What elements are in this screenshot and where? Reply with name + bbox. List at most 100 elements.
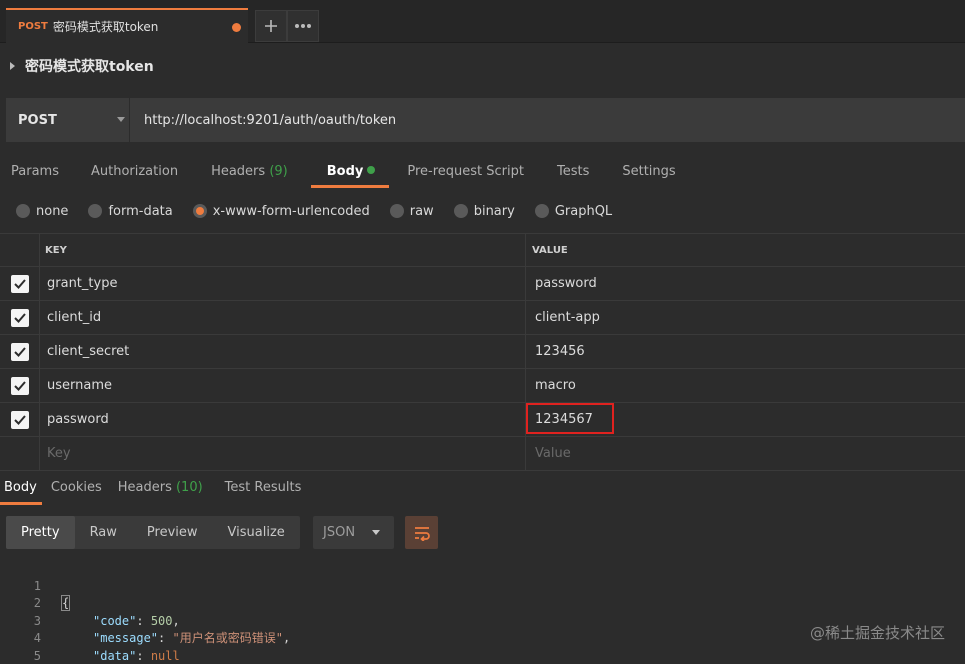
format-select[interactable]: JSON <box>313 516 394 549</box>
check-icon <box>13 414 26 425</box>
value-header: VALUE <box>532 244 568 256</box>
header-check-cell <box>0 234 40 266</box>
tab-label: Body <box>4 480 37 495</box>
response-tab-cookies[interactable]: Cookies <box>47 474 107 505</box>
radio-label: raw <box>409 203 434 219</box>
check-cell <box>0 335 40 368</box>
tab-settings[interactable]: Settings <box>600 156 686 188</box>
tab-label: Tests <box>556 164 590 179</box>
view-visualize[interactable]: Visualize <box>213 516 300 549</box>
table-row: grant_type password <box>0 267 965 301</box>
key-cell[interactable]: username <box>40 369 526 402</box>
url-bar: POST http://localhost:9201/auth/oauth/to… <box>6 98 965 142</box>
key-cell[interactable]: client_id <box>40 301 526 334</box>
radio-label: none <box>36 203 69 219</box>
code-line: 1 { <box>0 560 71 611</box>
json-comma: , <box>172 613 180 628</box>
view-preview[interactable]: Preview <box>132 516 213 549</box>
json-value: 500 <box>150 613 173 628</box>
radio-raw[interactable]: raw <box>389 203 434 219</box>
view-pretty[interactable]: Pretty <box>6 516 75 549</box>
tab-body[interactable]: Body <box>310 156 390 188</box>
highlight-box <box>526 403 614 434</box>
radio-label: x-www-form-urlencoded <box>212 203 370 219</box>
request-tab[interactable]: POST 密码模式获取token <box>6 8 248 43</box>
radio-binary[interactable]: binary <box>453 203 515 219</box>
url-input[interactable]: http://localhost:9201/auth/oauth/token <box>130 113 396 128</box>
code-line: 3 "message": "用户名或密码错误", <box>0 595 290 646</box>
table-row: client_secret 123456 <box>0 335 965 369</box>
check-icon <box>13 312 26 323</box>
key-cell[interactable]: client_secret <box>40 335 526 368</box>
radio-label: form-data <box>108 203 173 219</box>
table-row: password 1234567 <box>0 403 965 437</box>
radio-icon <box>389 204 404 218</box>
request-tabs: Params Authorization Headers (9) Body Pr… <box>0 156 687 188</box>
radio-none[interactable]: none <box>16 204 68 219</box>
tab-label: Pre-request Script <box>407 164 524 179</box>
radio-graphql[interactable]: GraphQL <box>534 203 613 219</box>
unsaved-dot-icon[interactable] <box>232 23 241 32</box>
tab-label: Authorization <box>90 164 179 179</box>
tab-label: Headers <box>117 480 172 495</box>
body-type-group: none form-data x-www-form-urlencoded raw… <box>16 200 632 222</box>
method-value: POST <box>18 112 57 128</box>
tab-pre-request-script[interactable]: Pre-request Script <box>389 156 535 188</box>
status-dot-icon <box>367 166 376 174</box>
value-cell[interactable]: client-app <box>527 301 965 334</box>
check-cell <box>0 403 40 436</box>
value-cell[interactable]: 123456 <box>527 335 965 368</box>
view-raw[interactable]: Raw <box>75 516 132 549</box>
tab-label: Settings <box>622 164 676 179</box>
watermark: @稀土掘金技术社区 <box>809 624 945 642</box>
value-cell[interactable]: macro <box>527 369 965 402</box>
tab-authorization[interactable]: Authorization <box>70 156 189 188</box>
row-checkbox[interactable] <box>10 274 29 293</box>
chevron-down-icon <box>372 530 380 535</box>
value-cell[interactable]: password <box>527 267 965 300</box>
headers-count: (10) <box>175 480 203 495</box>
value-input[interactable]: Value <box>527 437 965 470</box>
json-key: "data" <box>93 648 137 663</box>
response-tabs: Body Cookies Headers (10) Test Results <box>0 474 311 505</box>
response-tab-body[interactable]: Body <box>0 474 42 505</box>
check-icon <box>13 278 26 289</box>
wrap-lines-button[interactable] <box>405 516 438 549</box>
tab-params[interactable]: Params <box>0 156 70 188</box>
radio-label: GraphQL <box>554 203 613 219</box>
radio-form-data[interactable]: form-data <box>88 203 173 219</box>
row-checkbox[interactable] <box>10 308 29 327</box>
code-text: "data": null <box>93 648 180 663</box>
response-tab-headers[interactable]: Headers (10) <box>112 474 208 505</box>
check-cell <box>0 437 40 470</box>
row-checkbox[interactable] <box>10 342 29 361</box>
open-brace: { <box>60 595 71 611</box>
radio-x-www-form-urlencoded[interactable]: x-www-form-urlencoded <box>192 203 370 219</box>
row-checkbox[interactable] <box>10 376 29 395</box>
tab-label: Cookies <box>50 480 102 495</box>
code-line: 5 } <box>0 630 41 663</box>
radio-icon <box>453 204 468 218</box>
tab-method: POST <box>18 21 48 32</box>
row-checkbox[interactable] <box>10 410 29 429</box>
method-select[interactable]: POST <box>6 98 130 142</box>
json-value: null <box>150 648 180 663</box>
tab-tests[interactable]: Tests <box>535 156 600 188</box>
more-horizontal-icon <box>295 24 311 28</box>
caret-right-icon[interactable] <box>10 62 15 70</box>
tab-label: Body <box>326 164 364 179</box>
response-tab-test-results[interactable]: Test Results <box>213 474 307 505</box>
code-line: 2 "code": 500, <box>0 578 180 628</box>
tab-options-button[interactable] <box>287 10 319 42</box>
plus-icon <box>265 20 277 32</box>
radio-label: binary <box>473 203 515 219</box>
response-body[interactable]: 1 { 2 "code": 500, 3 "message": "用户名或密码错… <box>0 560 290 663</box>
key-cell[interactable]: password <box>40 403 526 436</box>
line-number: 5 <box>33 648 41 663</box>
tab-headers[interactable]: Headers (9) <box>189 156 299 188</box>
request-name[interactable]: 密码模式获取token <box>10 56 154 76</box>
table-row-empty: Key Value <box>0 437 965 471</box>
new-tab-button[interactable] <box>255 10 287 42</box>
key-input[interactable]: Key <box>40 437 526 470</box>
key-cell[interactable]: grant_type <box>40 267 526 300</box>
